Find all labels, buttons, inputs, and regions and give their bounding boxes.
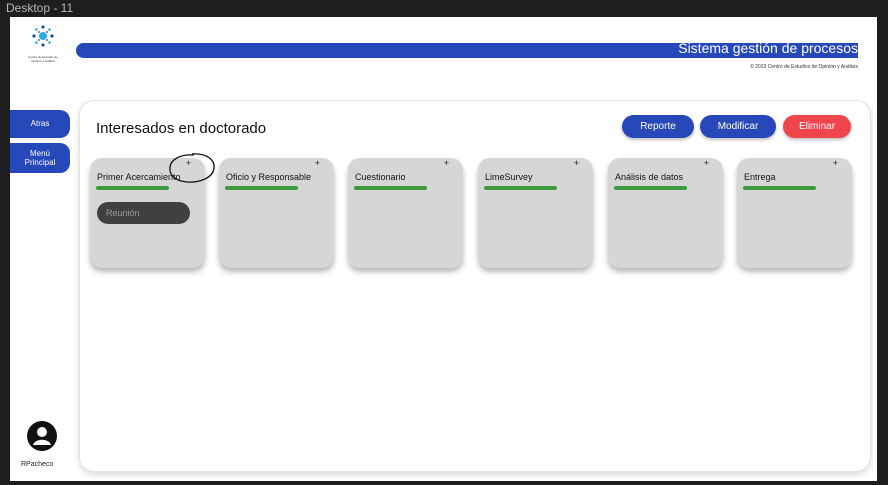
stage-label: Entrega (744, 172, 776, 182)
app-canvas: Centro de Estudios de Opinión y Análisis… (10, 17, 877, 481)
stage-card-cuestionario[interactable]: + Cuestionario (348, 158, 463, 268)
process-panel: Interesados en doctorado Reporte Modific… (80, 101, 870, 471)
add-task-icon[interactable]: + (315, 158, 320, 168)
panel-title: Interesados en doctorado (96, 120, 267, 137)
main-menu-label-line1: Menú (29, 149, 50, 158)
stage-card-primer-acercamiento[interactable]: + Primer Acercamiento Reunión (90, 153, 215, 268)
stage-progress-bar (225, 186, 298, 190)
stage-progress-bar (96, 186, 169, 190)
back-button[interactable]: Atras (10, 110, 70, 138)
add-task-icon[interactable]: + (444, 158, 449, 168)
stage-label: Oficio y Responsable (226, 172, 312, 182)
stage-label: Cuestionario (355, 172, 406, 182)
stage-card-entrega[interactable]: + Entrega (737, 158, 852, 268)
add-task-icon[interactable]: + (186, 158, 191, 168)
stage-card-limesurvey[interactable]: + LimeSurvey (478, 158, 593, 268)
stage-card-analisis-datos[interactable]: + Análisis de datos (608, 158, 723, 268)
user-name: RPacheco (21, 461, 54, 468)
stage-progress-bar (614, 186, 687, 190)
report-button[interactable]: Reporte (622, 115, 694, 138)
stage-progress-bar (743, 186, 816, 190)
stage-progress-bar (484, 186, 557, 190)
app-title: Sistema gestión de procesos (678, 40, 858, 56)
task-chip-reunion[interactable]: Reunión (97, 202, 190, 224)
logo-icon (32, 25, 54, 47)
delete-button[interactable]: Eliminar (783, 115, 851, 138)
main-menu-label-line2: Principal (24, 158, 56, 167)
logo-text: Centro de Estudios de Opinión y Análisis (20, 55, 66, 63)
stage-card-oficio-responsable[interactable]: + Oficio y Responsable (219, 158, 334, 268)
add-task-icon[interactable]: + (574, 158, 579, 168)
stage-label: Análisis de datos (615, 172, 684, 182)
frame-label: Desktop - 11 (6, 1, 74, 15)
main-menu-button[interactable]: Menú Principal (10, 143, 70, 173)
copyright-text: © 2023 Centro de Estudios de Opinión y A… (750, 64, 858, 70)
stage-progress-bar (354, 186, 427, 190)
add-task-icon[interactable]: + (833, 158, 838, 168)
logo: Centro de Estudios de Opinión y Análisis (20, 25, 66, 71)
user-avatar-icon[interactable] (27, 421, 57, 451)
add-task-icon[interactable]: + (704, 158, 709, 168)
modify-button[interactable]: Modificar (700, 115, 776, 138)
stage-label: Primer Acercamiento (97, 172, 181, 182)
logo-text-line2: Opinión y Análisis (31, 58, 55, 63)
stage-label: LimeSurvey (485, 172, 533, 182)
